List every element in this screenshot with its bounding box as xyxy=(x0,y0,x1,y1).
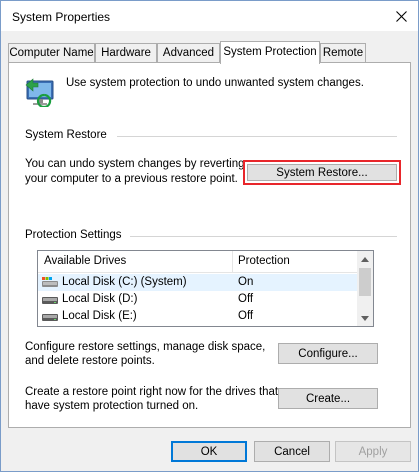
drive-name: Local Disk (D:) xyxy=(62,293,138,305)
scroll-down-button[interactable] xyxy=(357,310,373,326)
drive-name: Local Disk (C:) (System) xyxy=(62,276,187,288)
drives-scrollbar[interactable] xyxy=(357,251,373,326)
drive-row-c[interactable]: Local Disk (C:) (System) On xyxy=(38,274,358,291)
tab-advanced[interactable]: Advanced xyxy=(157,43,220,63)
create-text-line2: have system protection turned on. xyxy=(25,400,199,412)
scroll-thumb[interactable] xyxy=(359,268,371,296)
system-protection-panel: Use system protection to undo unwanted s… xyxy=(8,62,411,428)
close-icon xyxy=(395,10,407,22)
drives-list[interactable]: Available Drives Protection Local Disk (… xyxy=(37,250,374,327)
drive-protection: On xyxy=(238,276,254,288)
drive-row-e[interactable]: Local Disk (E:) Off xyxy=(38,308,358,325)
drive-icon xyxy=(42,297,58,304)
column-separator xyxy=(232,251,233,273)
configure-button[interactable]: Configure... xyxy=(278,343,378,364)
configure-text-line1: Configure restore settings, manage disk … xyxy=(25,341,266,353)
system-restore-heading: System Restore xyxy=(25,129,107,141)
system-drive-icon xyxy=(42,277,58,287)
create-button[interactable]: Create... xyxy=(278,388,378,409)
system-properties-window: System Properties Computer Name Hardware… xyxy=(0,0,419,472)
section-divider xyxy=(117,136,397,137)
configure-text-line2: and delete restore points. xyxy=(25,355,155,367)
system-restore-description-line1: You can undo system changes by reverting xyxy=(25,158,245,170)
protection-settings-heading: Protection Settings xyxy=(25,229,122,241)
section-divider xyxy=(130,236,397,237)
title-bar[interactable]: System Properties xyxy=(1,1,418,31)
drive-protection: Off xyxy=(238,293,254,305)
system-protection-icon xyxy=(25,78,54,107)
drive-name: Local Disk (E:) xyxy=(62,310,137,322)
column-header-available-drives[interactable]: Available Drives xyxy=(44,255,126,267)
tab-system-protection[interactable]: System Protection xyxy=(220,41,320,64)
create-text-line1: Create a restore point right now for the… xyxy=(25,386,279,398)
tab-computer-name[interactable]: Computer Name xyxy=(8,43,95,63)
chevron-down-icon xyxy=(361,315,369,321)
tab-remote[interactable]: Remote xyxy=(320,43,366,63)
drives-list-header: Available Drives Protection xyxy=(38,251,358,273)
drive-row-d[interactable]: Local Disk (D:) Off xyxy=(38,291,358,308)
window-title: System Properties xyxy=(12,10,111,24)
column-header-protection[interactable]: Protection xyxy=(238,255,290,267)
cancel-button[interactable]: Cancel xyxy=(254,441,330,462)
system-restore-button[interactable]: System Restore... xyxy=(247,164,397,181)
apply-button[interactable]: Apply xyxy=(335,441,411,462)
drive-icon xyxy=(42,314,58,321)
tab-hardware[interactable]: Hardware xyxy=(95,43,157,63)
ok-button[interactable]: OK xyxy=(171,441,247,462)
intro-text: Use system protection to undo unwanted s… xyxy=(66,77,364,89)
chevron-up-icon xyxy=(361,256,369,262)
scroll-up-button[interactable] xyxy=(357,251,373,267)
system-restore-description-line2: your computer to a previous restore poin… xyxy=(25,173,238,185)
drive-protection: Off xyxy=(238,310,254,322)
close-button[interactable] xyxy=(384,1,418,31)
